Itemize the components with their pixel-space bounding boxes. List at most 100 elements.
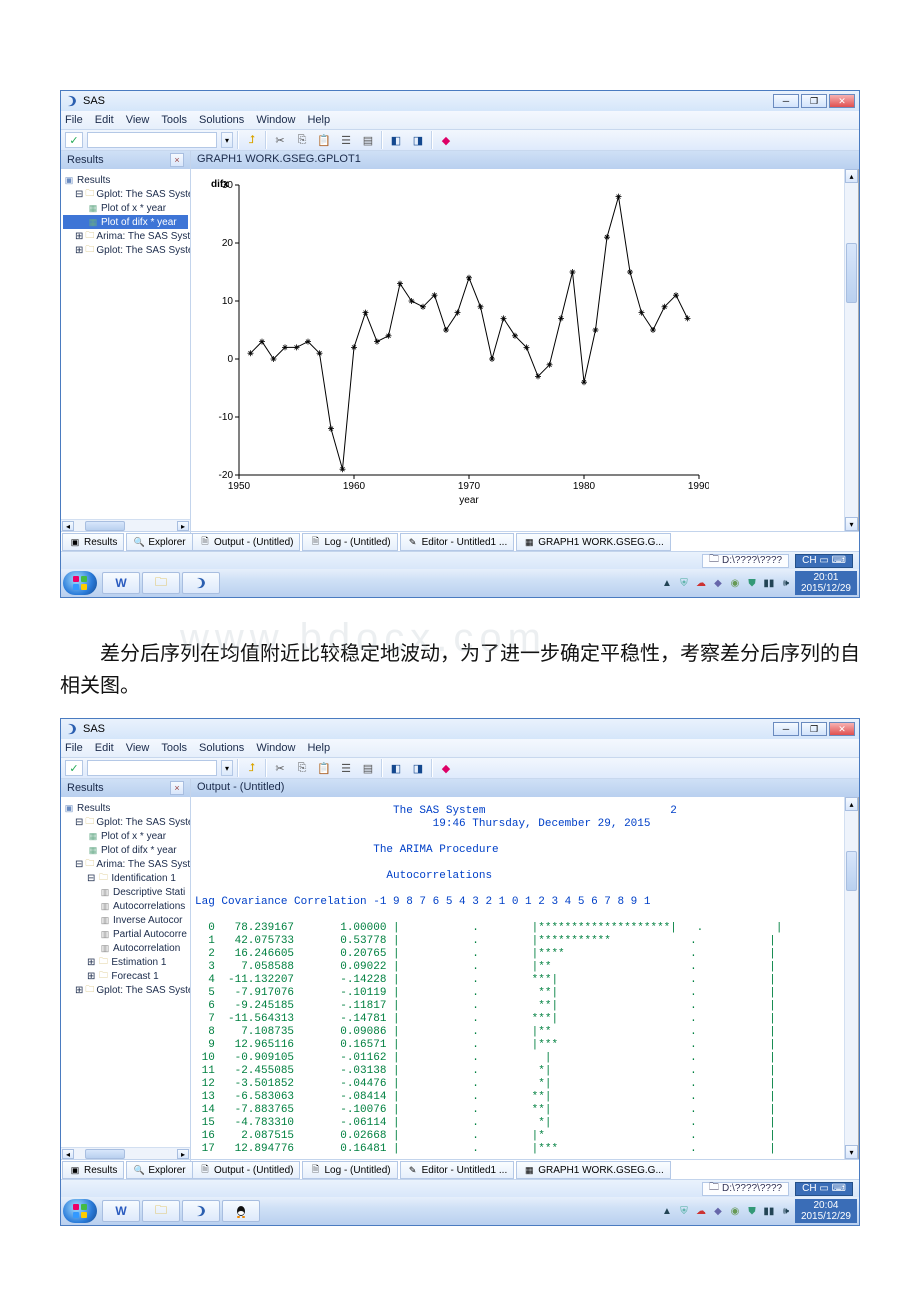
tray-shield-icon[interactable]: ⛨ [677, 1204, 691, 1218]
command-combo[interactable] [87, 760, 217, 776]
maximize-button[interactable]: ❐ [801, 94, 827, 108]
submit-icon[interactable]: ✓ [65, 760, 83, 776]
tree-expand-icon[interactable]: ◧ [387, 132, 405, 148]
close-button[interactable]: ✕ [829, 722, 855, 736]
tree-est1[interactable]: ⊞🗀Estimation 1 [63, 955, 188, 969]
uplevel-icon[interactable]: ⮥ [243, 760, 261, 776]
vscrollbar[interactable]: ▴ ▾ [844, 797, 858, 1159]
menu-tools[interactable]: Tools [161, 114, 187, 126]
tree-plot-difx-year[interactable]: ▦Plot of difx * year [63, 843, 188, 857]
menu-edit[interactable]: Edit [95, 114, 114, 126]
tray-app-icon[interactable]: ◆ [711, 1204, 725, 1218]
combo-drop-icon[interactable]: ▾ [221, 132, 233, 148]
copy-icon[interactable]: ⎘ [293, 760, 311, 776]
taskbar-explorer[interactable]: 🗀 [142, 1200, 180, 1222]
scroll-up-icon[interactable]: ▴ [845, 797, 858, 811]
scroll-right-icon[interactable]: ▸ [177, 1149, 189, 1159]
tray-shield-icon[interactable]: ⛨ [677, 576, 691, 590]
menu-bar[interactable]: File Edit View Tools Solutions Window He… [61, 111, 859, 129]
tray-flag-icon[interactable]: ▲ [660, 1204, 674, 1218]
tree-ident1[interactable]: ⊟🗀Identification 1 [63, 871, 188, 885]
taskbar-word[interactable]: W [102, 1200, 140, 1222]
taskbar[interactable]: W 🗀 ▲ ⛨ ☁ ◆ ◉ ⛊ ▮▮ 🕪 20:01 2015/12/29 [61, 569, 859, 597]
tab-results[interactable]: ▣Results [62, 533, 124, 551]
tree-gplot2[interactable]: ⊞🗀Gplot: The SAS System [63, 243, 188, 257]
tree-arima[interactable]: ⊞🗀Arima: The SAS System [63, 229, 188, 243]
menu-help[interactable]: Help [307, 742, 330, 754]
paste-icon[interactable]: 📋 [315, 132, 333, 148]
tab-output[interactable]: 🗎Output - (Untitled) [192, 533, 300, 551]
tab-editor[interactable]: ✎Editor - Untitled1 ... [400, 533, 515, 551]
command-combo[interactable] [87, 132, 217, 148]
system-tray[interactable]: ▲ ⛨ ☁ ◆ ◉ ⛊ ▮▮ 🕪 [660, 1204, 793, 1218]
menu-file[interactable]: File [65, 114, 83, 126]
system-tray[interactable]: ▲ ⛨ ☁ ◆ ◉ ⛊ ▮▮ 🕪 [660, 576, 793, 590]
start-button[interactable] [63, 571, 97, 595]
scroll-up-icon[interactable]: ▴ [845, 169, 858, 183]
tree-gplot[interactable]: ⊟🗀Gplot: The SAS System [63, 815, 188, 829]
tray-safe-icon[interactable]: ⛊ [745, 576, 759, 590]
menu-solutions[interactable]: Solutions [199, 114, 244, 126]
tree-root[interactable]: ▣Results [63, 801, 188, 815]
tab-graph[interactable]: ▦GRAPH1 WORK.GSEG.G... [516, 1161, 671, 1179]
tray-cloud-icon[interactable]: ☁ [694, 576, 708, 590]
menu-view[interactable]: View [126, 114, 150, 126]
tree-hscroll[interactable]: ◂ ▸ [61, 1147, 190, 1159]
scroll-down-icon[interactable]: ▾ [845, 517, 858, 531]
minimize-button[interactable]: ─ [773, 94, 799, 108]
taskbar-sas[interactable] [182, 1200, 220, 1222]
tree-autocorr[interactable]: ▥Autocorrelations [63, 899, 188, 913]
start-button[interactable] [63, 1199, 97, 1223]
maximize-button[interactable]: ❐ [801, 722, 827, 736]
results-tree[interactable]: ▣Results ⊟🗀Gplot: The SAS System ▦Plot o… [61, 797, 190, 1147]
tab-results[interactable]: ▣Results [62, 1161, 124, 1179]
scroll-right-icon[interactable]: ▸ [177, 521, 189, 531]
menu-solutions[interactable]: Solutions [199, 742, 244, 754]
scroll-down-icon[interactable]: ▾ [845, 1145, 858, 1159]
titlebar[interactable]: SAS ─ ❐ ✕ [61, 91, 859, 111]
tree-collapse-icon[interactable]: ◨ [409, 132, 427, 148]
scroll-thumb[interactable] [85, 1149, 125, 1159]
titlebar[interactable]: SAS ─ ❐ ✕ [61, 719, 859, 739]
tab-log[interactable]: 🗎Log - (Untitled) [302, 1161, 397, 1179]
details-icon[interactable]: ▤ [359, 132, 377, 148]
menu-window[interactable]: Window [256, 742, 295, 754]
list-icon[interactable]: ☰ [337, 760, 355, 776]
tray-app2-icon[interactable]: ◉ [728, 576, 742, 590]
tray-cloud-icon[interactable]: ☁ [694, 1204, 708, 1218]
taskbar-clock[interactable]: 20:04 2015/12/29 [795, 1199, 857, 1223]
results-tree[interactable]: ▣Results ⊟🗀Gplot: The SAS System ▦Plot o… [61, 169, 190, 519]
menu-window[interactable]: Window [256, 114, 295, 126]
tree-collapse-icon[interactable]: ◨ [409, 760, 427, 776]
taskbar-explorer[interactable]: 🗀 [142, 572, 180, 594]
taskbar-qq[interactable] [222, 1200, 260, 1222]
results-close-icon[interactable]: × [170, 781, 184, 795]
tab-explorer[interactable]: 🔍Explorer [126, 1161, 192, 1179]
tree-plot-x-year[interactable]: ▦Plot of x * year [63, 201, 188, 215]
taskbar-sas[interactable] [182, 572, 220, 594]
tray-safe-icon[interactable]: ⛊ [745, 1204, 759, 1218]
tab-output[interactable]: 🗎Output - (Untitled) [192, 1161, 300, 1179]
close-button[interactable]: ✕ [829, 94, 855, 108]
menu-edit[interactable]: Edit [95, 742, 114, 754]
tray-network-icon[interactable]: ▮▮ [762, 576, 776, 590]
tree-inv-autocorr[interactable]: ▥Inverse Autocor [63, 913, 188, 927]
uplevel-icon[interactable]: ⮥ [243, 132, 261, 148]
tab-log[interactable]: 🗎Log - (Untitled) [302, 533, 397, 551]
tree-autocorr2[interactable]: ▥Autocorrelation [63, 941, 188, 955]
tray-volume-icon[interactable]: 🕪 [779, 1204, 793, 1218]
vscrollbar[interactable]: ▴ ▾ [844, 169, 858, 531]
tree-plot-difx-year[interactable]: ▦Plot of difx * year [63, 215, 188, 229]
menu-view[interactable]: View [126, 742, 150, 754]
tray-network-icon[interactable]: ▮▮ [762, 1204, 776, 1218]
tab-graph[interactable]: ▦GRAPH1 WORK.GSEG.G... [516, 533, 671, 551]
paste-icon[interactable]: 📋 [315, 760, 333, 776]
menu-tools[interactable]: Tools [161, 742, 187, 754]
taskbar-word[interactable]: W [102, 572, 140, 594]
submit-icon[interactable]: ✓ [65, 132, 83, 148]
scroll-thumb[interactable] [846, 243, 857, 303]
help-icon[interactable]: ◆ [437, 760, 455, 776]
tray-volume-icon[interactable]: 🕪 [779, 576, 793, 590]
taskbar[interactable]: W 🗀 ▲ ⛨ ☁ ◆ ◉ ⛊ ▮▮ 🕪 20:04 2015/12/29 [61, 1197, 859, 1225]
results-close-icon[interactable]: × [170, 153, 184, 167]
